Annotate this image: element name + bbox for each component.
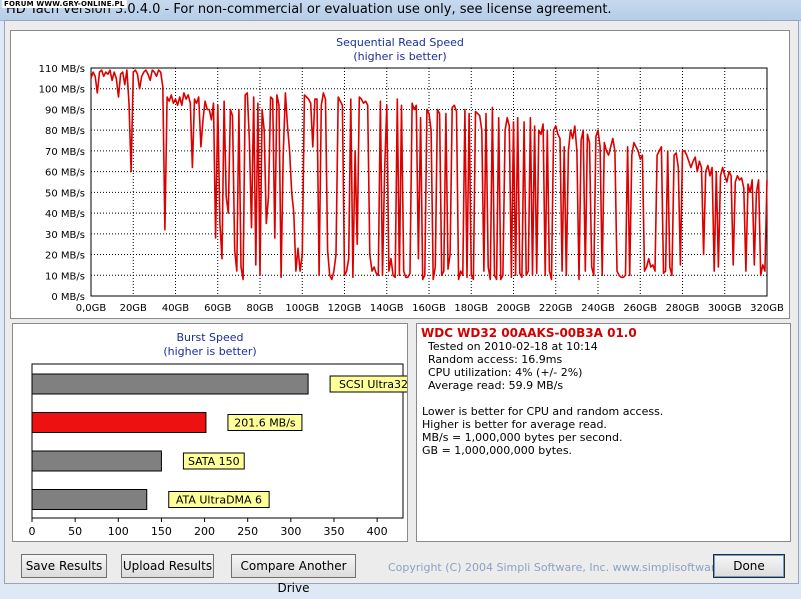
burst-x-tick-label: 200 — [194, 525, 215, 538]
burst-x-tick-label: 100 — [108, 525, 129, 538]
y-tick-label: 40 MB/s — [45, 209, 85, 220]
y-tick-label: 10 MB/s — [45, 271, 85, 282]
sequential-read-panel: 0 MB/s 10 MB/s 20 MB/s 30 MB/s 40 MB/s 50 MB/… — [10, 30, 790, 319]
sequential-read-chart: 0 MB/s 10 MB/s 20 MB/s 30 MB/s 40 MB/s 50 MB/… — [39, 64, 784, 314]
burst-x-tick-label: 50 — [68, 525, 82, 538]
y-tick-label: 110 MB/s — [39, 64, 85, 75]
drive-name: WDC WD32 00AAKS-00B3A 01.0 — [421, 326, 637, 340]
x-tick-label: 140GB — [370, 303, 404, 314]
burst-x-tick-label: 400 — [367, 525, 388, 538]
title-bar: HD Tach version 3.0.4.0 - For non-commer… — [0, 0, 801, 21]
burst-x-tick-label: 150 — [151, 525, 172, 538]
x-tick-label: 200GB — [497, 303, 531, 314]
x-tick-label: 220GB — [539, 303, 573, 314]
y-tick-label: 20 MB/s — [45, 251, 85, 262]
burst-x-tick-label: 0 — [29, 525, 36, 538]
y-tick-label: 50 MB/s — [45, 188, 85, 199]
x-tick-label: 320GB — [750, 303, 784, 314]
sequential-read-title-line2: (higher is better) — [353, 50, 447, 63]
x-tick-label: 40GB — [162, 303, 189, 314]
sequential-read-title-line1: Sequential Read Speed — [336, 36, 464, 49]
note-average-read: Higher is better for average read. — [422, 418, 607, 431]
x-tick-label: 240GB — [581, 303, 615, 314]
x-tick-label: 280GB — [666, 303, 700, 314]
x-tick-label: 260GB — [623, 303, 657, 314]
burst-x-tick-label: 350 — [323, 525, 344, 538]
y-tick-label: 90 MB/s — [45, 105, 85, 116]
y-tick-label: 60 MB/s — [45, 168, 85, 179]
note-cpu-random: Lower is better for CPU and random acces… — [422, 405, 664, 418]
compare-another-drive-button[interactable]: Compare Another Drive — [231, 554, 356, 595]
x-tick-label: 60GB — [204, 303, 231, 314]
note-mbs-definition: MB/s = 1,000,000 bytes per second. — [422, 431, 623, 444]
tested-on-text: Tested on 2010-02-18 at 10:14 — [428, 340, 598, 353]
burst-bar-label: ATA UltraDMA 6 — [176, 494, 262, 507]
burst-bar — [31, 450, 162, 472]
x-tick-label: 120GB — [328, 303, 362, 314]
burst-speed-title-line2: (higher is better) — [163, 345, 257, 358]
average-read-text: Average read: 59.9 MB/s — [428, 379, 564, 392]
sequential-read-title: Sequential Read Speed (higher is better) — [11, 36, 789, 64]
x-tick-label: 0,0GB — [76, 303, 107, 314]
y-tick-label: 100 MB/s — [39, 85, 85, 96]
drive-info-panel: WDC WD32 00AAKS-00B3A 01.0 Tested on 201… — [416, 323, 791, 542]
burst-bar — [31, 373, 309, 395]
burst-bar — [31, 412, 207, 433]
note-gb-definition: GB = 1,000,000,000 bytes. — [422, 444, 573, 457]
burst-bar — [31, 489, 148, 510]
burst-bar-label: 201.6 MB/s — [234, 417, 296, 430]
y-tick-label: 0 MB/s — [51, 292, 85, 303]
x-tick-label: 160GB — [412, 303, 446, 314]
burst-speed-title: Burst Speed (higher is better) — [13, 331, 407, 359]
upload-results-button[interactable]: Upload Results — [121, 554, 214, 578]
x-tick-label: 20GB — [120, 303, 147, 314]
done-button[interactable]: Done — [713, 554, 785, 578]
y-tick-label: 80 MB/s — [45, 126, 85, 137]
x-tick-label: 80GB — [246, 303, 273, 314]
x-tick-label: 100GB — [285, 303, 319, 314]
burst-speed-panel: SCSI Ultra320 201.6 MB/s SATA 150 ATA Ultra… — [12, 323, 408, 542]
save-results-button[interactable]: Save Results — [21, 554, 107, 578]
burst-bar-label: SCSI Ultra320 — [339, 378, 407, 391]
cpu-utilization-text: CPU utilization: 4% (+/- 2%) — [428, 366, 583, 379]
burst-speed-title-line1: Burst Speed — [176, 331, 244, 344]
y-tick-label: 30 MB/s — [45, 230, 85, 241]
copyright-text: Copyright (C) 2004 Simpli Software, Inc.… — [388, 561, 749, 574]
burst-x-tick-label: 250 — [237, 525, 258, 538]
burst-x-tick-label: 300 — [280, 525, 301, 538]
forum-watermark: FORUM WWW.GRY-ONLINE.PL — [2, 0, 127, 8]
x-tick-label: 300GB — [708, 303, 742, 314]
burst-bar-label: SATA 150 — [188, 455, 240, 468]
random-access-text: Random access: 16.9ms — [428, 353, 563, 366]
x-tick-label: 180GB — [454, 303, 488, 314]
y-tick-label: 70 MB/s — [45, 147, 85, 158]
